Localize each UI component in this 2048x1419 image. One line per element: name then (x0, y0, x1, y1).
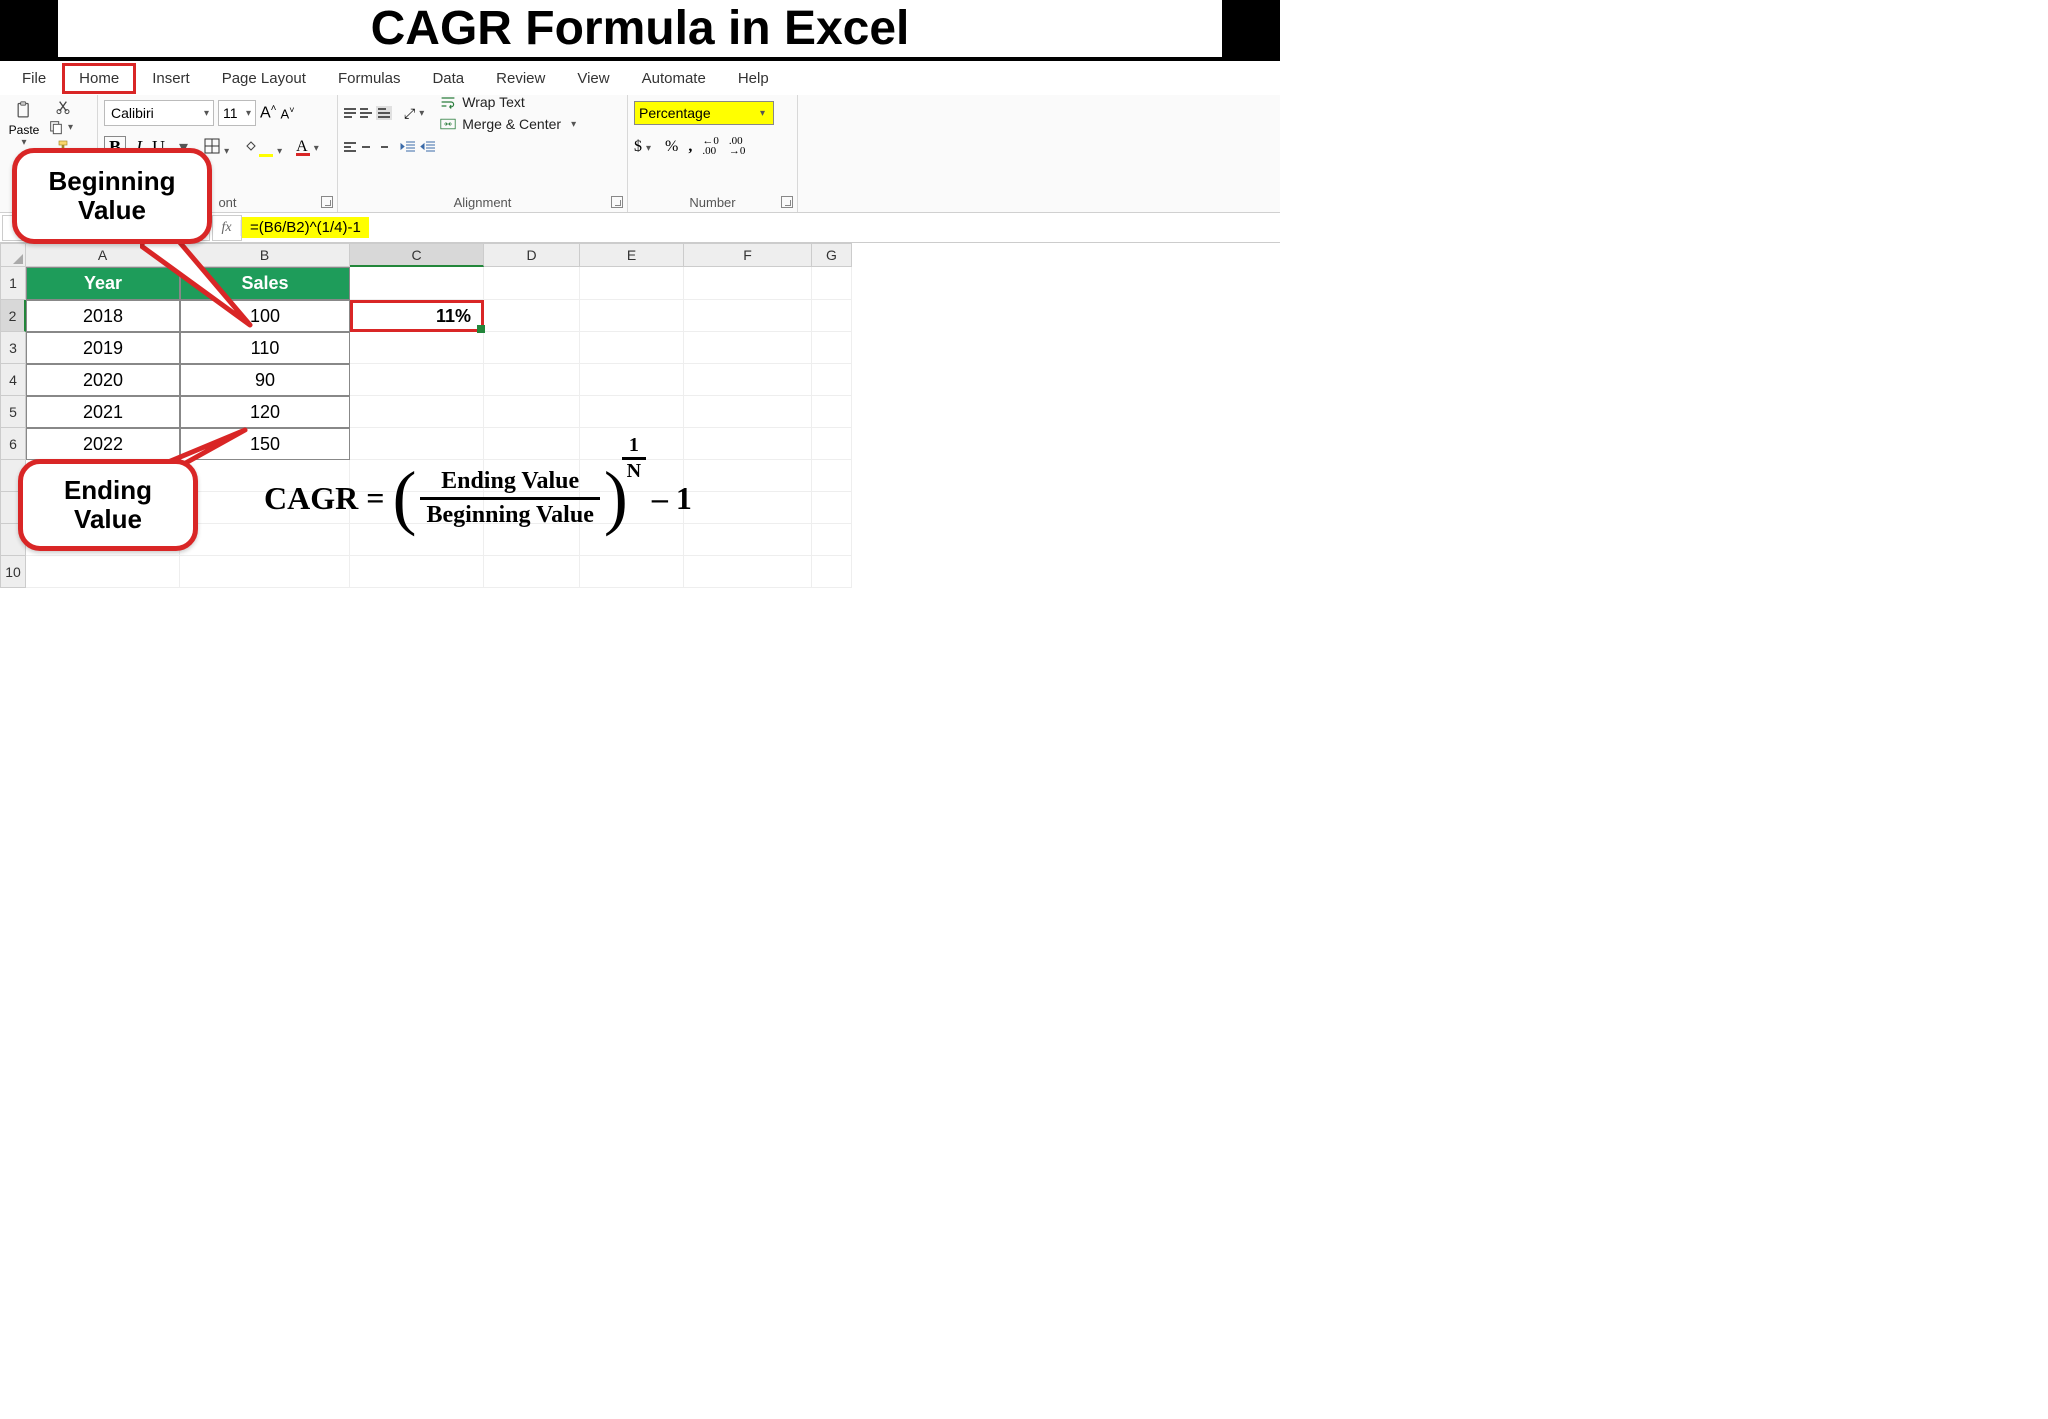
row-header-10[interactable]: 10 (0, 556, 26, 588)
cell-a3[interactable]: 2019 (26, 332, 180, 364)
tab-automate[interactable]: Automate (626, 64, 722, 93)
select-all-triangle[interactable] (0, 243, 26, 267)
cell-b3[interactable]: 110 (180, 332, 350, 364)
tab-formulas[interactable]: Formulas (322, 64, 417, 93)
cagr-lhs: CAGR = (264, 480, 384, 517)
decrease-font-icon[interactable]: A˅ (281, 105, 295, 121)
percent-format-button[interactable]: % (665, 138, 678, 156)
number-format-select[interactable]: Percentage ▾ (634, 101, 774, 125)
tab-data[interactable]: Data (416, 64, 480, 93)
increase-decimal-icon[interactable]: ←0.00 (702, 137, 719, 157)
group-alignment: ⤢▾ Wrap Text Merge & Center▾ Alignment (338, 95, 628, 212)
comma-format-button[interactable]: , (688, 138, 692, 156)
merge-center-button[interactable]: Merge & Center▾ (440, 116, 580, 132)
font-name-select[interactable]: Calibiri ▾ (104, 100, 214, 126)
increase-font-icon[interactable]: A˄ (260, 103, 277, 122)
col-header-c[interactable]: C (350, 243, 484, 267)
cell-a5[interactable]: 2021 (26, 396, 180, 428)
cagr-fraction: Ending Value Beginning Value (420, 466, 599, 531)
callout-ending-value: Ending Value (18, 459, 198, 551)
align-middle-icon[interactable] (360, 108, 372, 118)
page-banner: CAGR Formula in Excel (0, 0, 1280, 57)
merge-center-label: Merge & Center (462, 116, 561, 132)
col-header-e[interactable]: E (580, 243, 684, 267)
row-header-4[interactable]: 4 (0, 364, 26, 396)
font-size-select[interactable]: 11 ▾ (218, 100, 256, 126)
align-bottom-icon[interactable] (376, 106, 392, 120)
font-color-button[interactable]: A▾ (296, 138, 323, 156)
fill-color-button[interactable]: ▾ (243, 138, 286, 157)
col-header-g[interactable]: G (812, 243, 852, 267)
alignment-group-label: Alignment (338, 195, 627, 210)
group-number: Percentage ▾ $▾ % , ←0.00 .00→0 Number (628, 95, 798, 212)
cell-c2-selected[interactable]: 11% (350, 300, 484, 332)
cell-a4[interactable]: 2020 (26, 364, 180, 396)
tab-view[interactable]: View (561, 64, 625, 93)
paste-button[interactable]: Paste ▾ (6, 101, 42, 148)
tab-help[interactable]: Help (722, 64, 785, 93)
align-left-icon[interactable] (344, 142, 356, 152)
decrease-decimal-icon[interactable]: .00→0 (729, 137, 746, 157)
paste-icon (14, 101, 34, 121)
chevron-down-icon: ▾ (200, 108, 213, 119)
align-center-icon[interactable] (360, 142, 372, 152)
formula-input[interactable]: =(B6/B2)^(1/4)-1 (242, 217, 369, 238)
align-right-icon[interactable] (376, 142, 388, 152)
tab-file[interactable]: File (6, 64, 62, 93)
cell-b5[interactable]: 120 (180, 396, 350, 428)
borders-button[interactable]: ▾ (204, 138, 233, 157)
col-header-f[interactable]: F (684, 243, 812, 267)
page-title: CAGR Formula in Excel (371, 5, 910, 53)
accounting-format-button[interactable]: $▾ (634, 138, 655, 156)
row-header-2[interactable]: 2 (0, 300, 26, 332)
tab-home[interactable]: Home (62, 63, 136, 94)
tab-insert[interactable]: Insert (136, 64, 206, 93)
increase-indent-icon[interactable] (420, 139, 436, 155)
cagr-exponent: 1 N (622, 434, 646, 483)
wrap-text-button[interactable]: Wrap Text (440, 94, 580, 110)
font-size-value: 11 (223, 105, 238, 121)
number-format-value: Percentage (639, 105, 711, 121)
wrap-text-label: Wrap Text (462, 94, 525, 110)
cut-icon[interactable] (48, 99, 77, 115)
ribbon-tabs: File Home Insert Page Layout Formulas Da… (0, 61, 1280, 95)
app-root: CAGR Formula in Excel File Home Insert P… (0, 0, 1280, 887)
cagr-tail: – 1 (652, 480, 692, 517)
callout-beginning-value: Beginning Value (12, 148, 212, 244)
cell-b4[interactable]: 90 (180, 364, 350, 396)
chevron-down-icon: ▾ (242, 108, 255, 119)
copy-icon[interactable]: ▾ (48, 119, 77, 135)
tab-page-layout[interactable]: Page Layout (206, 64, 322, 93)
alignment-dialog-launcher[interactable] (611, 196, 623, 208)
align-top-icon[interactable] (344, 108, 356, 118)
number-group-label: Number (628, 195, 797, 210)
row-header-3[interactable]: 3 (0, 332, 26, 364)
orientation-icon[interactable]: ⤢▾ (404, 105, 428, 122)
font-dialog-launcher[interactable] (321, 196, 333, 208)
row-header-1[interactable]: 1 (0, 267, 26, 300)
font-name-value: Calibiri (111, 105, 154, 121)
chevron-down-icon: ▾ (17, 137, 30, 148)
row-header-5[interactable]: 5 (0, 396, 26, 428)
cell-c1[interactable] (350, 267, 484, 300)
number-dialog-launcher[interactable] (781, 196, 793, 208)
tab-review[interactable]: Review (480, 64, 561, 93)
col-header-d[interactable]: D (484, 243, 580, 267)
decrease-indent-icon[interactable] (400, 139, 416, 155)
paste-label: Paste (9, 123, 40, 137)
row-header-6[interactable]: 6 (0, 428, 26, 460)
wrap-merge: Wrap Text Merge & Center▾ (440, 94, 580, 132)
cagr-formula: CAGR = ( Ending Value Beginning Value ) … (264, 466, 692, 531)
chevron-down-icon: ▾ (756, 108, 769, 119)
